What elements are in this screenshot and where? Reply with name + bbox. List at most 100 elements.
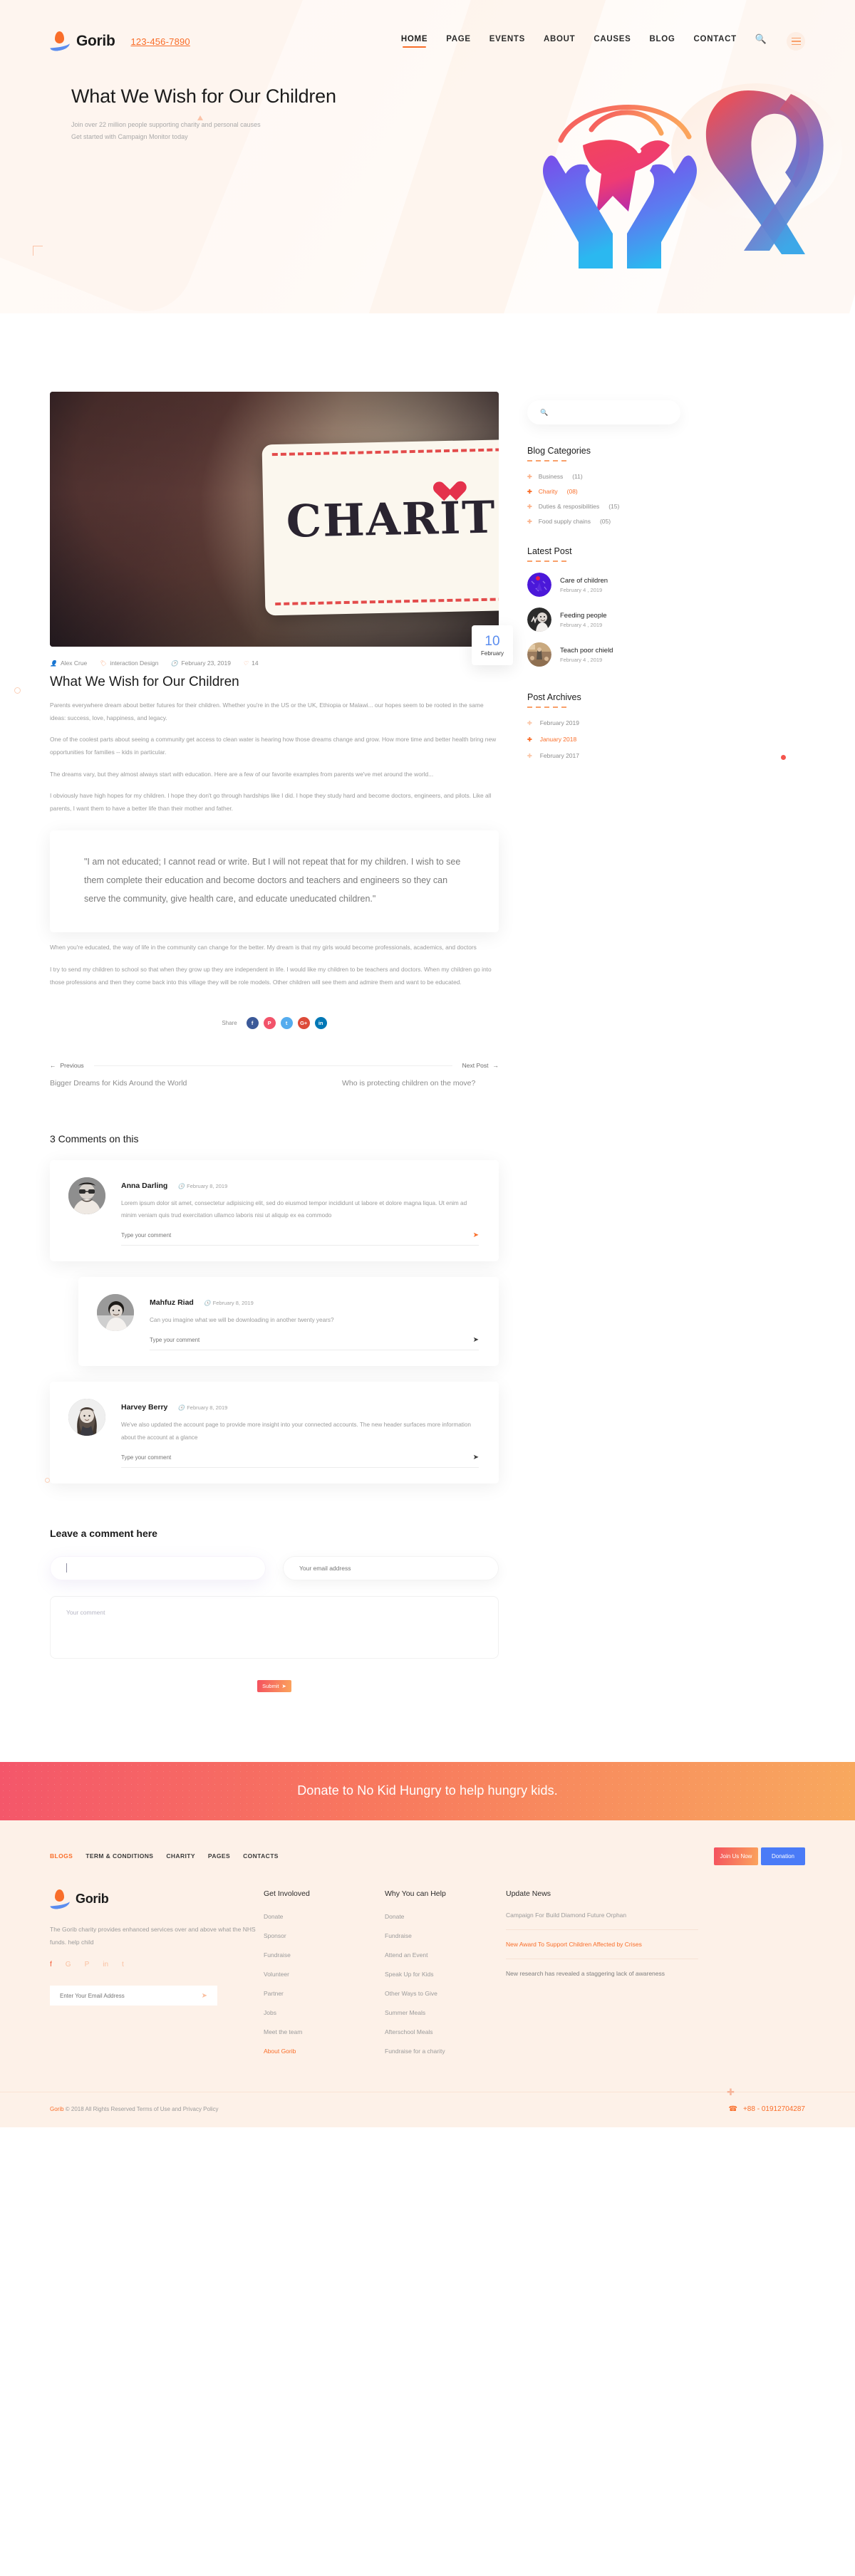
clock-icon: 🕑 bbox=[170, 659, 178, 667]
archive-item-jan-2018[interactable]: ✚ January 2018 bbox=[527, 736, 705, 743]
footer-link-blogs[interactable]: BLOGS bbox=[50, 1852, 73, 1860]
footer-brand[interactable]: Gorib bbox=[49, 1889, 264, 1910]
nav-item-causes[interactable]: CAUSES bbox=[594, 35, 631, 48]
post-category[interactable]: 🏷 interaction Design bbox=[99, 659, 158, 667]
category-item-business[interactable]: ✚ Business (11) bbox=[527, 473, 705, 480]
footer-link-speak-up[interactable]: Speak Up for Kids bbox=[385, 1971, 434, 1978]
nav-item-events[interactable]: EVENTS bbox=[489, 35, 525, 48]
footer-news-item[interactable]: New research has revealed a staggering l… bbox=[506, 1968, 698, 1988]
footer-link-volunteer[interactable]: Volunteer bbox=[264, 1971, 289, 1978]
footer-phone[interactable]: ☎ +88 - 01912704287 bbox=[729, 2105, 806, 2113]
send-icon[interactable]: ➤ bbox=[473, 1454, 479, 1461]
footer-heading: Why You can Help bbox=[385, 1889, 446, 1898]
post-author[interactable]: 👤 Alex Crue bbox=[50, 659, 87, 667]
google-icon[interactable]: G bbox=[66, 1961, 71, 1968]
post-paragraph: When you're educated, the way of life in… bbox=[50, 944, 477, 951]
brand-logo[interactable]: Gorib bbox=[49, 31, 115, 52]
comment-reply-input[interactable] bbox=[121, 1454, 473, 1461]
list-item: Attend an Event bbox=[385, 1948, 506, 1961]
footer-link-list: Donate Sponsor Fundraise Volunteer Partn… bbox=[264, 1909, 385, 2057]
decor-ring-2 bbox=[45, 1478, 50, 1483]
hamburger-icon[interactable] bbox=[787, 32, 805, 51]
pinterest-icon[interactable]: P bbox=[263, 1017, 276, 1030]
nav-item-contact[interactable]: CONTACT bbox=[694, 35, 737, 48]
header-phone[interactable]: 123-456-7890 bbox=[131, 36, 190, 47]
join-us-now-button[interactable]: Join Us Now bbox=[714, 1847, 758, 1865]
donate-banner-text: Donate to No Kid Hungry to help hungry k… bbox=[297, 1783, 558, 1798]
plus-icon: ✚ bbox=[527, 473, 532, 480]
footer-news-item[interactable]: Campaign For Build Diamond Future Orphan bbox=[506, 1909, 698, 1930]
footer-column-why-help: Why You can Help Donate Fundraise Attend… bbox=[385, 1889, 506, 2063]
sidebar-search: 🔍 bbox=[527, 400, 680, 424]
footer-column-get-involved: Get Involoved Donate Sponsor Fundraise V… bbox=[264, 1889, 385, 2063]
linkedin-icon[interactable]: in bbox=[103, 1961, 108, 1968]
post-likes[interactable]: ♡ 14 bbox=[243, 659, 259, 667]
footer-link-other-ways[interactable]: Other Ways to Give bbox=[385, 1990, 437, 1997]
latest-post-item[interactable]: Feeding people February 4 , 2019 bbox=[527, 608, 705, 632]
decor-cross: ✚ bbox=[727, 2087, 735, 2097]
comment-textarea[interactable]: Your comment bbox=[50, 1595, 499, 1659]
archive-item-feb-2019[interactable]: ✚ February 2019 bbox=[527, 719, 705, 726]
category-item-charity[interactable]: ✚ Charity (08) bbox=[527, 488, 705, 495]
google-plus-icon[interactable]: G+ bbox=[297, 1017, 310, 1030]
footer-link-partner[interactable]: Partner bbox=[264, 1990, 284, 1997]
twitter-icon[interactable]: t bbox=[122, 1961, 124, 1968]
footer-link-contacts[interactable]: CONTACTS bbox=[243, 1852, 279, 1860]
send-icon[interactable]: ➤ bbox=[202, 1992, 207, 2000]
submit-button[interactable]: Submit ➤ bbox=[257, 1679, 291, 1692]
footer-link-pages[interactable]: PAGES bbox=[208, 1852, 230, 1860]
gorib-logo-icon bbox=[49, 31, 71, 52]
footer-news-item[interactable]: New Award To Support Children Affected b… bbox=[506, 1939, 698, 1960]
footer-cta-buttons: Join Us Now Donation bbox=[714, 1847, 805, 1865]
next-post-link[interactable]: Next Post → bbox=[462, 1062, 499, 1069]
footer-link-meet-the-team[interactable]: Meet the team bbox=[264, 2028, 302, 2035]
post-paragraph: I obviously have high hopes for my child… bbox=[50, 792, 492, 812]
footer-link-summer-meals[interactable]: Summer Meals bbox=[385, 2009, 425, 2016]
facebook-icon[interactable]: f bbox=[246, 1017, 259, 1030]
blockquote-text: "I am not educated; I cannot read or wri… bbox=[84, 857, 461, 904]
nav-item-about[interactable]: ABOUT bbox=[544, 35, 575, 48]
twitter-icon[interactable]: t bbox=[280, 1017, 293, 1030]
donation-button[interactable]: Donation bbox=[761, 1847, 805, 1865]
latest-post-item[interactable]: Care of children February 4 , 2019 bbox=[527, 573, 705, 597]
footer-link-donate[interactable]: Donate bbox=[264, 1913, 283, 1920]
category-item-duties[interactable]: ✚ Duties & resposibilities (15) bbox=[527, 503, 705, 510]
footer-link-fundraise-2[interactable]: Fundraise bbox=[385, 1932, 412, 1939]
nav-item-home[interactable]: HOME bbox=[401, 35, 428, 48]
next-post-title[interactable]: Who is protecting children on the move? bbox=[342, 1077, 499, 1090]
footer-link-fundraise-charity[interactable]: Fundraise for a charity bbox=[385, 2048, 445, 2055]
footer-link-about-gorib[interactable]: About Gorib bbox=[264, 2048, 296, 2055]
comment-reply-input[interactable] bbox=[150, 1337, 473, 1344]
pinterest-icon[interactable]: P bbox=[85, 1961, 90, 1968]
category-item-food-supply[interactable]: ✚ Food supply chains (05) bbox=[527, 518, 705, 525]
footer-link-jobs[interactable]: Jobs bbox=[264, 2009, 276, 2016]
facebook-icon[interactable]: f bbox=[50, 1961, 52, 1968]
clock-icon: 🕓 bbox=[177, 1404, 185, 1412]
donate-banner: Donate to No Kid Hungry to help hungry k… bbox=[0, 1761, 855, 1820]
leave-comment-row bbox=[50, 1555, 499, 1580]
name-input[interactable] bbox=[68, 1564, 249, 1572]
sidebar-search-input[interactable] bbox=[554, 409, 668, 416]
linkedin-icon[interactable]: in bbox=[314, 1017, 327, 1030]
footer-link-attend-event[interactable]: Attend an Event bbox=[385, 1951, 428, 1959]
search-icon[interactable]: 🔍 bbox=[755, 33, 767, 49]
email-input[interactable] bbox=[299, 1564, 482, 1572]
previous-post-title[interactable]: Bigger Dreams for Kids Around the World bbox=[50, 1077, 187, 1090]
post-meta: 👤 Alex Crue 🏷 interaction Design 🕑 Febru… bbox=[50, 659, 499, 667]
nav-item-blog[interactable]: BLOG bbox=[650, 35, 675, 48]
footer-link-fundraise[interactable]: Fundraise bbox=[264, 1951, 291, 1959]
newsletter-email-input[interactable] bbox=[60, 1992, 202, 1999]
latest-post-item[interactable]: Teach poor chield February 4 , 2019 bbox=[527, 642, 705, 667]
footer-link-terms[interactable]: TERM & CONDITIONS bbox=[86, 1852, 153, 1860]
footer-link-afterschool-meals[interactable]: Afterschool Meals bbox=[385, 2028, 433, 2035]
footer-link-donate-2[interactable]: Donate bbox=[385, 1913, 404, 1920]
send-icon[interactable]: ➤ bbox=[473, 1231, 479, 1239]
comment-reply-input[interactable] bbox=[121, 1232, 473, 1239]
archive-item-feb-2017[interactable]: ✚ February 2017 bbox=[527, 752, 705, 759]
send-icon[interactable]: ➤ bbox=[473, 1336, 479, 1344]
previous-post-link[interactable]: ← Previous bbox=[50, 1062, 84, 1069]
comment-item: Mahfuz Riad 🕓 February 8, 2019 Can you im… bbox=[78, 1277, 499, 1367]
footer-link-sponsor[interactable]: Sponsor bbox=[264, 1932, 286, 1939]
nav-item-page[interactable]: PAGE bbox=[446, 35, 471, 48]
footer-link-charity[interactable]: CHARITY bbox=[166, 1852, 195, 1860]
